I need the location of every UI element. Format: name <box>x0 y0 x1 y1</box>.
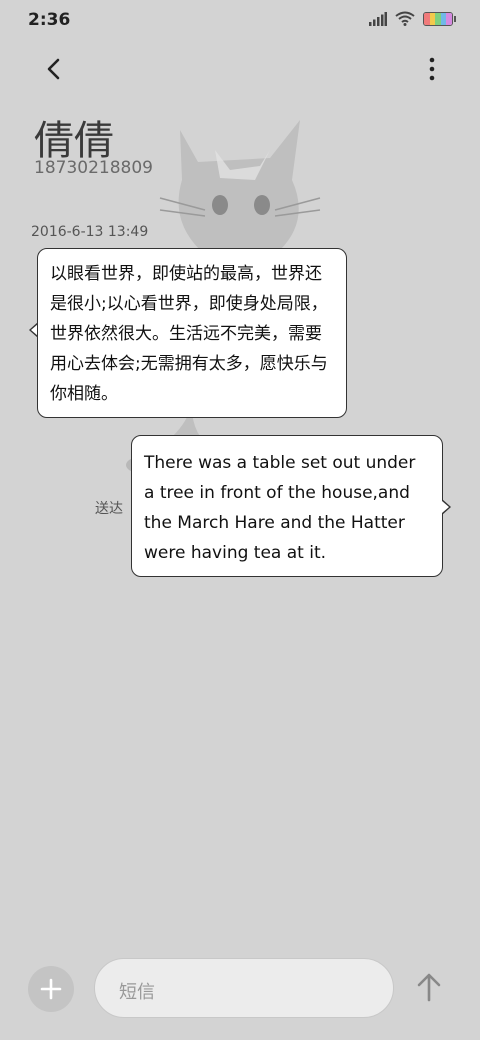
message-input[interactable]: 短信 <box>94 958 394 1018</box>
status-icons <box>369 11 456 26</box>
signal-icon <box>369 11 387 26</box>
status-bar: 2:36 <box>0 0 480 40</box>
message-input-placeholder: 短信 <box>119 982 155 1003</box>
plus-icon <box>40 978 62 1000</box>
message-timestamp: 2016-6-13 13:49 <box>31 224 149 240</box>
incoming-message-bubble[interactable]: 以眼看世界，即使站的最高，世界还是很小;以心看世界，即使身处局限，世界依然很大。… <box>37 248 347 418</box>
wifi-icon <box>395 11 415 26</box>
add-attachment-button[interactable] <box>28 966 74 1012</box>
status-time: 2:36 <box>28 10 71 30</box>
delivery-status: 送达 <box>95 501 123 517</box>
outgoing-bubble-tail <box>442 499 451 515</box>
outgoing-message-bubble[interactable]: There was a table set out under a tree i… <box>131 435 443 577</box>
send-button[interactable] <box>414 970 444 1004</box>
battery-icon <box>423 11 456 26</box>
more-options-button[interactable] <box>424 56 440 82</box>
back-button[interactable] <box>40 54 70 84</box>
